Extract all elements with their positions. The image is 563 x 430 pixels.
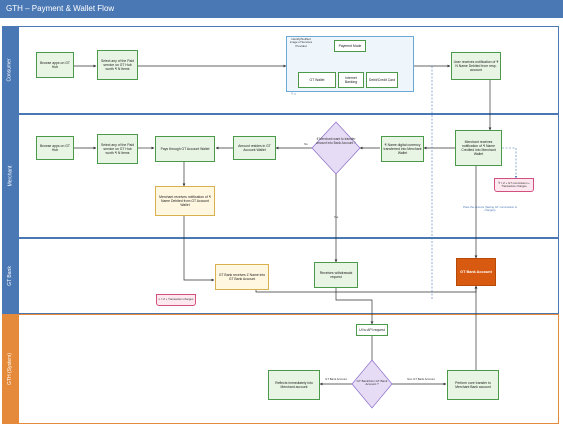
non-gt-bank-branch-label: Non GT Bank Account xyxy=(407,377,435,381)
payment-group-note: Identify/Notified image of Services Prov… xyxy=(289,37,313,48)
user-receives-box: User receives notification of ₹ N Name D… xyxy=(451,52,501,80)
gt-bank-pink-note: L = Z + Transaction charges xyxy=(156,294,196,306)
decision-yes-label: Yes xyxy=(333,215,339,219)
pending-note: Pass the amount (having GT commission & … xyxy=(463,205,517,213)
merchant-browse-box: Browse apps on GT Hub xyxy=(36,136,74,160)
merchant-receives-box: Merchant receives notification of ₹ Name… xyxy=(455,130,502,166)
gt-bank-account-box: GT Bank Account xyxy=(456,258,496,286)
merchant-pays-box: Pays through GT Account Wallet xyxy=(155,136,215,162)
merchant-select-box: Select any of the Paid service on GT Hub… xyxy=(97,134,138,164)
payment-mode-box: Payment Mode xyxy=(334,40,366,52)
amount-resides-box: Amount resides in GT Account Wallet xyxy=(233,136,276,160)
consumer-browse-box: Browse apps on GT Hub xyxy=(36,52,74,78)
gth-decision-text: GT Bank/Non GT Bank Account ? xyxy=(356,379,388,387)
consumer-select-box: Select any of the Paid service on GT Hub… xyxy=(97,50,138,80)
digital-currency-box: ₹ Name digital currency transferred into… xyxy=(381,136,424,162)
gt-wallet-box: GT Wallet xyxy=(298,72,336,88)
decision-no-label: No xyxy=(304,142,308,146)
transfer-box: Perform core transfer to Merchant Bank a… xyxy=(447,370,499,400)
gt-bank-branch-label: GT Bank Account xyxy=(325,377,347,381)
ui-request-box: UI to API request xyxy=(356,324,388,336)
debit-credit-box: Debit/Credit Card xyxy=(366,72,398,88)
merchant-decision-text: If Merchant want to transfer amount into… xyxy=(316,137,356,145)
merchant-notif-debited-box: Merchant receives notification of ₹ Name… xyxy=(155,186,215,216)
gt-bank-receives-box: GT Bank receives Z Name into GT Bank Acc… xyxy=(215,264,269,290)
reflects-box: Reflects immediately into Merchant accou… xyxy=(268,370,320,400)
internet-banking-box: Internet Banking xyxy=(338,72,364,88)
merchant-pink-note: ₹ = Z + GT commission + Transaction char… xyxy=(494,178,534,192)
withdrawals-box: Receives withdrawals request xyxy=(314,262,358,288)
flow-diagram: GTH – Payment & Wallet Flow Consumer Mer… xyxy=(0,0,563,430)
